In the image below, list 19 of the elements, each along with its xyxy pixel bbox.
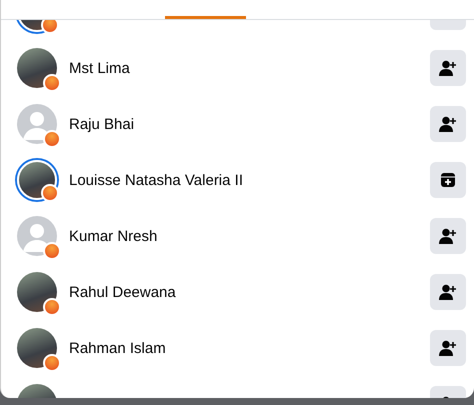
person-name[interactable]: Kumar Nresh (69, 228, 430, 244)
person-name[interactable]: Rahul Deewana (69, 284, 430, 300)
add-friend-icon (439, 116, 457, 132)
message-button[interactable] (430, 162, 466, 198)
add-friend-button[interactable] (430, 218, 466, 254)
add-friend-button[interactable] (430, 330, 466, 366)
add-friend-button[interactable] (430, 50, 466, 86)
add-friend-button[interactable] (430, 106, 466, 142)
add-friend-button[interactable] (430, 274, 466, 310)
person-name[interactable]: Mst Lima (69, 60, 430, 76)
avatar[interactable] (17, 160, 57, 200)
person-name[interactable]: Louisse Natasha Valeria II (69, 172, 430, 188)
add-friend-icon (439, 340, 457, 356)
add-friend-icon (439, 228, 457, 244)
person-name[interactable]: Raju Bhai (69, 116, 430, 132)
person-name[interactable]: Rahman Islam (69, 340, 430, 356)
add-friend-icon (439, 60, 457, 76)
add-friend-icon (439, 284, 457, 300)
plus-folder-icon (440, 172, 456, 188)
